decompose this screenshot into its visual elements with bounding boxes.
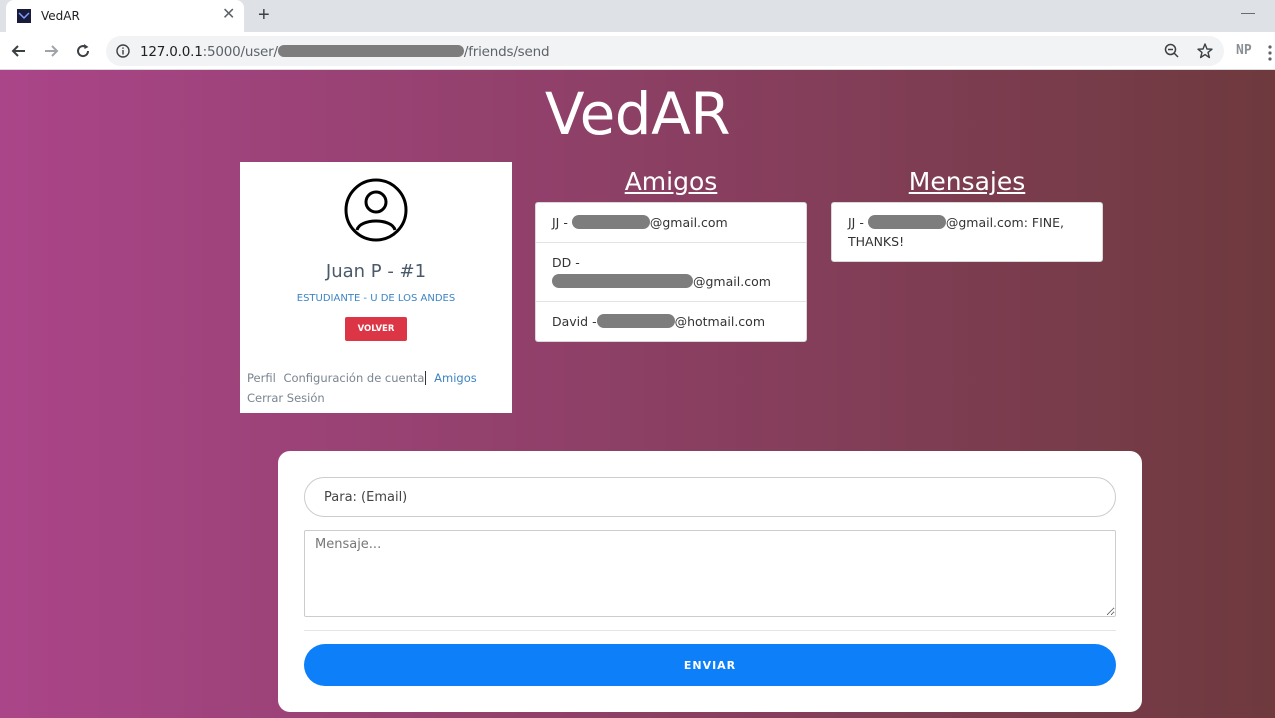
url-suffix: /friends/send (463, 44, 550, 60)
bookmark-star-icon[interactable] (1196, 42, 1214, 60)
page-content: VedAR Juan P - #1 ESTUDIANTE - U DE LOS … (0, 70, 1275, 718)
friend-item[interactable]: JJ - @gmail.com (536, 203, 806, 243)
friend-name: JJ - (552, 215, 568, 230)
message-textarea[interactable] (304, 530, 1116, 617)
reload-icon[interactable] (73, 41, 93, 61)
profile-name: Juan P - #1 (325, 261, 427, 282)
tab-title: VedAR (41, 9, 80, 23)
redacted-url-segment (277, 45, 464, 57)
info-icon[interactable] (116, 44, 130, 58)
browser-toolbar: 127.0.0.1:5000/user/ /friends/send (0, 32, 1275, 70)
new-tab-icon[interactable]: + (258, 4, 270, 26)
minimize-window-icon[interactable]: — (1241, 4, 1255, 20)
friend-item[interactable]: David - @hotmail.com (536, 302, 806, 341)
extension-np-icon[interactable]: NP (1236, 43, 1252, 58)
back-button[interactable]: VOLVER (345, 317, 407, 341)
browser-tab[interactable]: VedAR ✕ (6, 0, 244, 32)
link-logout[interactable]: Cerrar Sesión (247, 391, 325, 405)
forward-arrow-icon[interactable] (41, 41, 61, 61)
zoom-out-icon[interactable] (1164, 43, 1180, 59)
link-config[interactable]: Configuración de cuenta (283, 371, 427, 385)
friend-email-domain: @gmail.com (649, 215, 728, 230)
friend-name: DD - (552, 255, 580, 270)
url-text: 127.0.0.1:5000/user/ /friends/send (140, 44, 550, 60)
friend-name: David - (552, 314, 597, 329)
redacted-email (571, 215, 650, 229)
url-host: 127.0.0.1 (140, 44, 203, 60)
friend-email-domain: @gmail.com (693, 274, 771, 289)
friend-email-domain: @hotmail.com (674, 314, 766, 329)
user-avatar-icon (344, 178, 408, 242)
link-amigos[interactable]: Amigos (434, 371, 477, 385)
recipient-email-input[interactable] (304, 477, 1116, 517)
address-bar[interactable]: 127.0.0.1:5000/user/ /friends/send (106, 36, 1224, 66)
friend-item[interactable]: DD - @gmail.com (536, 243, 806, 302)
messages-list: JJ - @gmail.com: FINE, THANKS! (831, 202, 1103, 262)
form-divider (304, 630, 1116, 631)
send-message-form: ENVIAR (278, 451, 1142, 712)
redacted-email (552, 274, 693, 288)
back-arrow-icon[interactable] (9, 41, 29, 61)
profile-card: Juan P - #1 ESTUDIANTE - U DE LOS ANDES … (240, 162, 512, 413)
send-button[interactable]: ENVIAR (304, 644, 1116, 686)
url-path: :5000/user/ (202, 44, 278, 60)
link-perfil[interactable]: Perfil (247, 371, 276, 385)
brand-title: VedAR (544, 80, 731, 148)
friends-title: Amigos (624, 167, 718, 196)
redacted-email (867, 215, 946, 229)
vedar-favicon-icon (17, 9, 31, 23)
profile-subtitle: ESTUDIANTE - U DE LOS ANDES (296, 293, 456, 304)
messages-title: Mensajes (908, 167, 1026, 196)
message-item[interactable]: JJ - @gmail.com: FINE, THANKS! (832, 203, 1102, 261)
friends-list: JJ - @gmail.com DD - @gmail.com David - @h… (535, 202, 807, 342)
close-tab-icon[interactable]: ✕ (222, 7, 235, 23)
profile-links: Perfil Configuración de cuenta Amigos Ce… (247, 368, 507, 408)
message-sender: JJ - (848, 215, 864, 230)
redacted-email (596, 314, 675, 328)
browser-tabbar: VedAR ✕ + — (0, 0, 1275, 32)
browser-menu-icon[interactable] (1268, 44, 1272, 62)
